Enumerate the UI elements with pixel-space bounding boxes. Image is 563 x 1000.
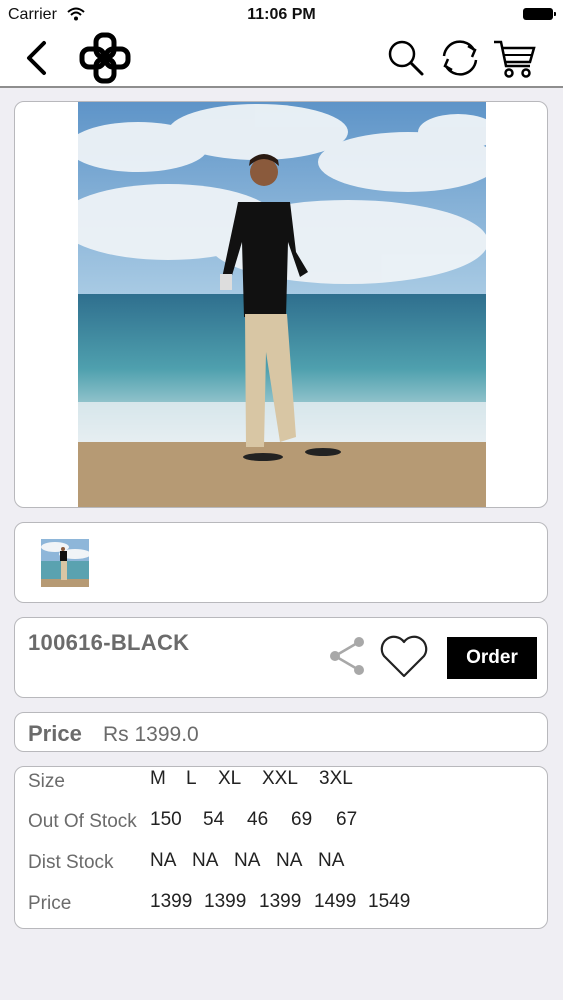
thumbnail-image[interactable] (41, 539, 89, 587)
price-label: Price (28, 721, 82, 746)
size-cell: XXL (262, 768, 298, 789)
stock-table: Size M L XL XXL 3XL Out Of Stock 150 54 … (14, 766, 548, 929)
cart-icon[interactable] (492, 38, 538, 80)
product-info-card: 100616-BLACK Order (14, 617, 548, 698)
price-cell: 1399 (259, 891, 302, 912)
product-image-card (14, 101, 548, 508)
clock: 11:06 PM (247, 6, 316, 23)
out-of-stock-cell: 46 (247, 809, 269, 830)
price-cell: 1549 (368, 891, 411, 912)
chevron-left-icon[interactable] (22, 40, 50, 76)
price-cell: 1399 (204, 891, 247, 912)
heart-icon[interactable] (378, 634, 430, 680)
out-of-stock-cell: 67 (336, 809, 358, 830)
price-card: Price Rs 1399.0 (14, 712, 548, 752)
knot-logo-icon[interactable] (78, 32, 134, 84)
share-icon[interactable] (325, 634, 369, 678)
size-cell: XL (218, 768, 242, 789)
search-icon[interactable] (386, 38, 426, 78)
out-of-stock-cell: 54 (203, 809, 225, 830)
size-cell: 3XL (319, 768, 353, 789)
order-button[interactable]: Order (447, 637, 537, 679)
refresh-icon[interactable] (438, 38, 482, 78)
out-of-stock-cell: 69 (291, 809, 313, 830)
dist-stock-cell: NA (150, 850, 177, 871)
row-label-dist-stock: Dist Stock (28, 852, 114, 873)
product-code: 100616-BLACK (28, 630, 190, 655)
price-value: Rs 1399.0 (103, 723, 199, 746)
dist-stock-cell: NA (318, 850, 345, 871)
status-bar: Carrier 11:06 PM (0, 0, 563, 30)
row-label-size: Size (28, 771, 65, 792)
thumbnail-strip (14, 522, 548, 603)
dist-stock-cell: NA (276, 850, 303, 871)
dist-stock-cell: NA (234, 850, 261, 871)
size-cell: L (186, 768, 197, 789)
out-of-stock-cell: 150 (150, 809, 182, 830)
row-label-out-of-stock: Out Of Stock (28, 811, 137, 832)
size-cell: M (150, 768, 166, 789)
dist-stock-cell: NA (192, 850, 219, 871)
battery-icon (523, 8, 556, 20)
product-image[interactable] (78, 102, 486, 507)
price-cell: 1399 (150, 891, 193, 912)
price-cell: 1499 (314, 891, 357, 912)
row-label-price: Price (28, 893, 72, 914)
navigation-bar (0, 30, 563, 88)
